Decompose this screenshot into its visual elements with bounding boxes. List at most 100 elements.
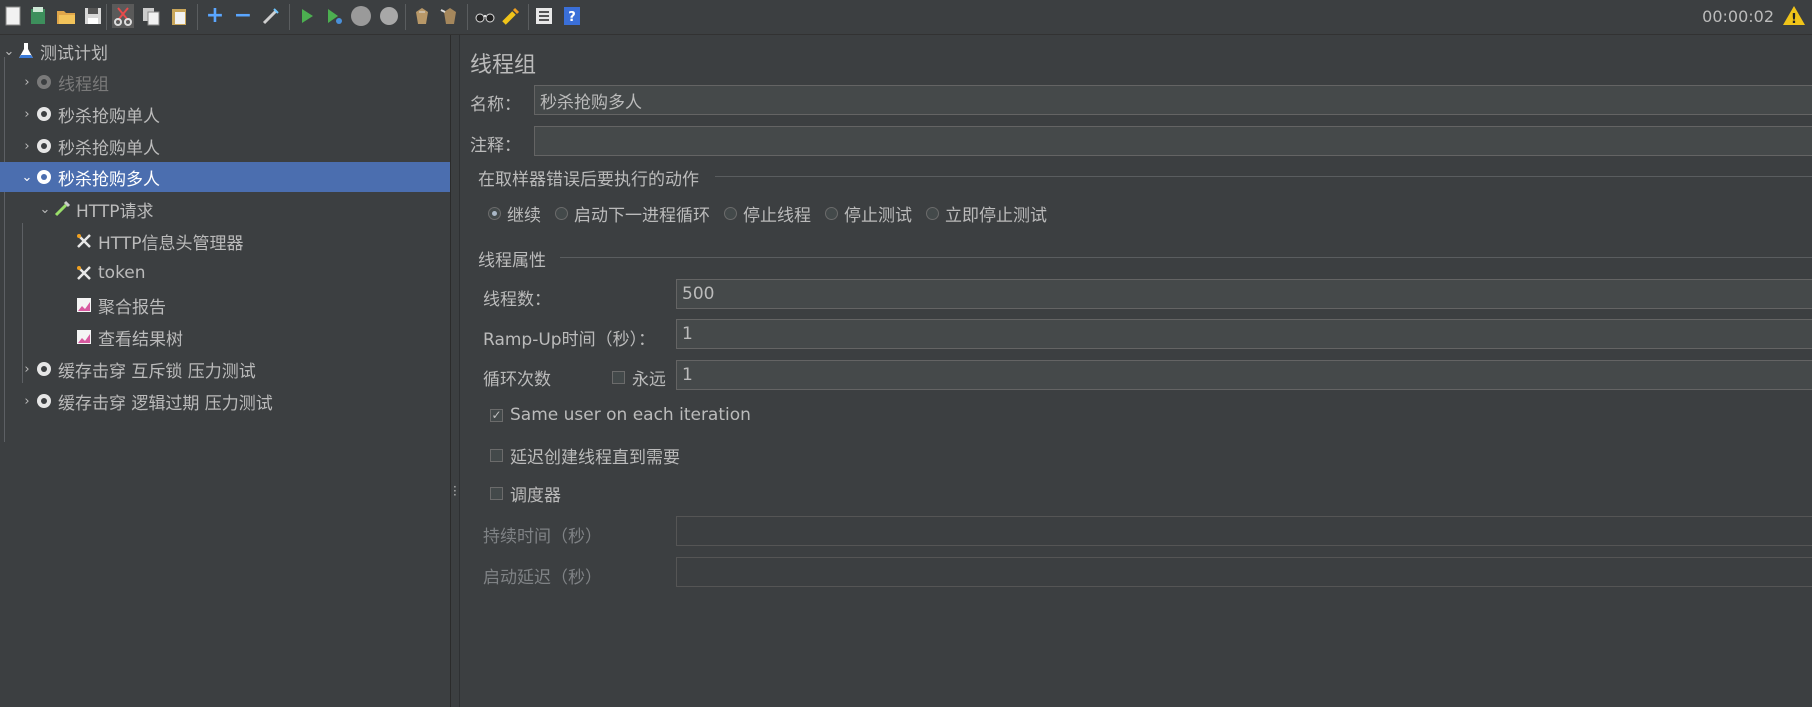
- tree-item-thread-group[interactable]: › 缓存击穿 互斥锁 压力测试: [0, 354, 450, 384]
- checkbox-icon: [612, 371, 625, 384]
- scheduler-checkbox[interactable]: 调度器: [490, 481, 561, 506]
- startup-delay-label: 启动延迟（秒）: [483, 568, 602, 588]
- radio-icon: [724, 207, 737, 220]
- chevron-down-icon[interactable]: ⌄: [38, 202, 52, 217]
- delay-thread-creation-checkbox[interactable]: 延迟创建线程直到需要: [490, 443, 680, 468]
- radio-label: 停止测试: [844, 206, 912, 226]
- checkbox-label: 永远: [632, 370, 666, 390]
- tree-item-token[interactable]: token: [0, 258, 450, 288]
- checkbox-label: 延迟创建线程直到需要: [510, 448, 680, 468]
- tree-item-label: 聚合报告: [98, 297, 166, 318]
- tree-item-aggregate-report[interactable]: 聚合报告: [0, 290, 450, 320]
- add-icon[interactable]: +: [204, 4, 226, 28]
- open-icon[interactable]: [55, 4, 77, 28]
- gear-icon: [34, 72, 54, 92]
- same-user-checkbox[interactable]: ✓ Same user on each iteration: [490, 405, 751, 425]
- rampup-field[interactable]: 1: [676, 319, 1812, 349]
- paste-icon[interactable]: [168, 4, 190, 28]
- chart-icon: [74, 327, 94, 347]
- test-plan-tree[interactable]: ⌄ 测试计划 › 线程组 › 秒杀抢购单人 › 秒杀抢购单人 ⌄ 秒杀抢购多人 …: [0, 35, 451, 707]
- loop-count-field[interactable]: 1: [676, 360, 1812, 390]
- radio-stop-test-now[interactable]: 立即停止测试: [926, 201, 1047, 226]
- comment-label: 注释：: [470, 136, 521, 156]
- duration-label: 持续时间（秒）: [483, 527, 602, 547]
- checkbox-icon: [490, 487, 503, 500]
- checkbox-icon: [490, 449, 503, 462]
- gear-icon: [34, 136, 54, 156]
- name-field[interactable]: 秒杀抢购多人: [534, 85, 1812, 115]
- start-icon[interactable]: [296, 4, 318, 28]
- checkbox-label: 调度器: [510, 486, 561, 506]
- forever-checkbox[interactable]: 永远: [612, 365, 666, 390]
- tree-item-thread-group-selected[interactable]: ⌄ 秒杀抢购多人: [0, 162, 450, 192]
- start-no-pause-icon[interactable]: [323, 4, 345, 28]
- comment-field[interactable]: [534, 126, 1812, 156]
- thread-group-panel: 线程组 名称： 秒杀抢购多人 注释： 在取样器错误后要执行的动作 继续 启动下一…: [460, 35, 1812, 707]
- duration-field[interactable]: [676, 516, 1812, 546]
- tree-item-label: HTTP信息头管理器: [98, 233, 244, 254]
- radio-stop-test[interactable]: 停止测试: [825, 201, 912, 226]
- save-icon[interactable]: [82, 4, 104, 28]
- remove-icon[interactable]: −: [232, 4, 254, 28]
- shutdown-icon[interactable]: [378, 4, 400, 28]
- copy-icon[interactable]: [140, 4, 162, 28]
- tree-item-results-tree[interactable]: 查看结果树: [0, 322, 450, 352]
- radio-icon: [555, 207, 568, 220]
- templates-icon[interactable]: [27, 4, 49, 28]
- toggle-icon[interactable]: [260, 4, 282, 28]
- tree-item-thread-group[interactable]: › 秒杀抢购单人: [0, 99, 450, 129]
- cut-icon[interactable]: [112, 4, 134, 28]
- chevron-right-icon[interactable]: ›: [20, 107, 34, 122]
- radio-icon: [825, 207, 838, 220]
- gear-icon: [34, 167, 54, 187]
- threads-field[interactable]: 500: [676, 279, 1812, 309]
- search-icon[interactable]: [474, 4, 496, 28]
- radio-start-next-loop[interactable]: 启动下一进程循环: [555, 201, 710, 226]
- tree-item-label: 线程组: [58, 74, 109, 95]
- tree-item-label: 秒杀抢购多人: [58, 169, 160, 190]
- warning-icon[interactable]: !: [1782, 4, 1806, 28]
- tree-item-test-plan[interactable]: ⌄ 测试计划: [0, 36, 450, 66]
- radio-icon: [926, 207, 939, 220]
- pane-splitter[interactable]: · · ·: [451, 35, 460, 707]
- tree-item-thread-group[interactable]: › 线程组: [0, 67, 450, 97]
- on-error-radio-group: 继续 启动下一进程循环 停止线程 停止测试 立即停止测试: [488, 201, 1061, 226]
- tree-item-thread-group[interactable]: › 缓存击穿 逻辑过期 压力测试: [0, 386, 450, 416]
- chevron-down-icon[interactable]: ⌄: [2, 44, 16, 59]
- clear-all-icon[interactable]: [439, 4, 461, 28]
- tree-item-header-manager[interactable]: HTTP信息头管理器: [0, 226, 450, 256]
- startup-delay-field[interactable]: [676, 557, 1812, 587]
- chevron-right-icon[interactable]: ›: [20, 139, 34, 154]
- elapsed-timer: 00:00:02: [1702, 7, 1774, 26]
- tree-item-label: 缓存击穿 逻辑过期 压力测试: [58, 393, 273, 414]
- name-label: 名称：: [470, 95, 521, 115]
- checkbox-label: Same user on each iteration: [510, 405, 751, 425]
- function-helper-icon[interactable]: [533, 4, 555, 28]
- chevron-right-icon[interactable]: ›: [20, 75, 34, 90]
- wrench-screwdriver-icon: [74, 263, 94, 283]
- radio-label: 立即停止测试: [945, 206, 1047, 226]
- clear-icon[interactable]: [411, 4, 433, 28]
- chevron-down-icon[interactable]: ⌄: [20, 170, 34, 185]
- pipette-icon: [52, 199, 72, 219]
- new-icon[interactable]: [2, 4, 24, 28]
- gear-icon: [34, 359, 54, 379]
- chart-icon: [74, 295, 94, 315]
- gear-icon: [34, 104, 54, 124]
- reset-search-icon[interactable]: [500, 4, 522, 28]
- svg-text:!: !: [1791, 12, 1797, 27]
- radio-continue[interactable]: 继续: [488, 201, 541, 226]
- gear-icon: [34, 391, 54, 411]
- chevron-right-icon[interactable]: ›: [20, 394, 34, 409]
- drag-handle-icon[interactable]: · · ·: [453, 481, 457, 501]
- help-icon[interactable]: ?: [561, 4, 583, 28]
- tree-item-label: 秒杀抢购单人: [58, 106, 160, 127]
- chevron-right-icon[interactable]: ›: [20, 362, 34, 377]
- stop-icon[interactable]: [350, 4, 372, 28]
- rampup-label: Ramp-Up时间（秒）：: [483, 330, 656, 350]
- radio-stop-thread[interactable]: 停止线程: [724, 201, 811, 226]
- thread-props-heading: 线程属性: [478, 251, 546, 271]
- tree-item-thread-group[interactable]: › 秒杀抢购单人: [0, 131, 450, 161]
- toolbar: + − ? 00:00:02 !: [0, 0, 1812, 35]
- tree-item-http-request[interactable]: ⌄ HTTP请求: [0, 194, 450, 224]
